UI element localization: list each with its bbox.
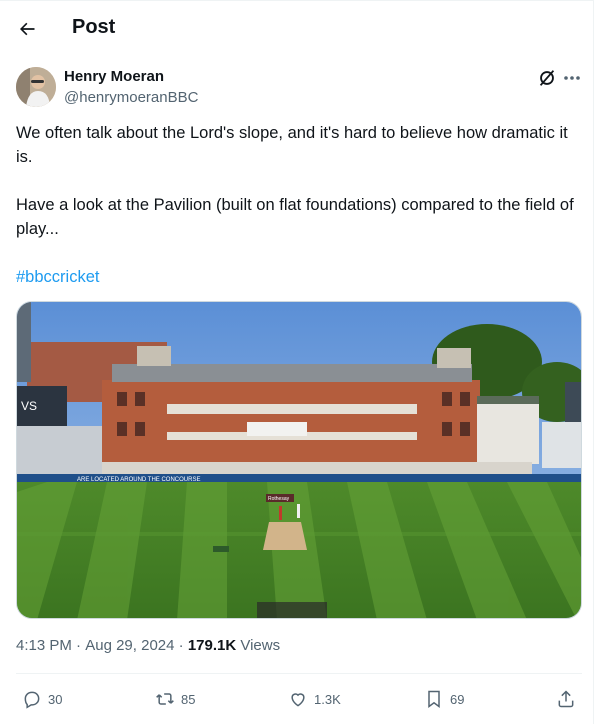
share-button[interactable] [556,687,576,711]
like-count: 1.3K [314,691,341,707]
views-label: Views [240,637,281,654]
share-icon [558,690,574,708]
repost-icon [156,693,174,705]
back-button[interactable] [10,12,44,46]
arrow-left-icon [20,22,35,36]
hashtag-link[interactable]: #bbccricket [16,265,99,289]
like-button[interactable]: 1.3K [288,687,341,711]
author-handle[interactable]: @henrymoeranBBC [64,89,198,106]
grok-icon[interactable] [536,67,558,89]
page-header: Post [0,1,594,55]
bookmark-icon [428,690,440,708]
meta-separator: · [174,637,188,654]
post-date[interactable]: Aug 29, 2024 [85,637,174,654]
post-page: Post Henry Moeran @henrymoeranBBC We oft… [0,0,594,724]
page-title: Post [72,16,116,38]
bookmark-count: 69 [450,691,465,707]
post-time[interactable]: 4:13 PM [16,637,72,654]
post-image[interactable]: VS ARE LOCATED AROUND THE CONCOURSE Roth… [16,301,582,619]
action-bar: 30 85 1.3K 69 [0,681,594,717]
repost-count: 85 [181,691,196,707]
reply-count: 30 [48,691,63,707]
author-name[interactable]: Henry Moeran [64,68,164,85]
stand-sign-text: VS [21,399,37,413]
views-count: 179.1K [187,637,237,654]
avatar[interactable] [16,67,56,107]
bookmark-button[interactable]: 69 [424,687,464,711]
post-text-paragraph-1: We often talk about the Lord's slope, an… [16,124,568,166]
post-text-paragraph-2: Have a look at the Pavilion (built on fl… [16,196,574,238]
reply-icon [24,691,40,709]
reply-button[interactable]: 30 [22,687,62,711]
post-meta: 4:13 PM · Aug 29, 2024 · 179.1K Views [16,637,280,654]
divider [16,673,582,674]
board-text: Rothesay [268,496,290,502]
more-options-icon[interactable] [560,67,584,89]
heart-icon [291,693,305,707]
meta-separator: · [71,637,86,654]
repost-button[interactable]: 85 [155,687,195,711]
